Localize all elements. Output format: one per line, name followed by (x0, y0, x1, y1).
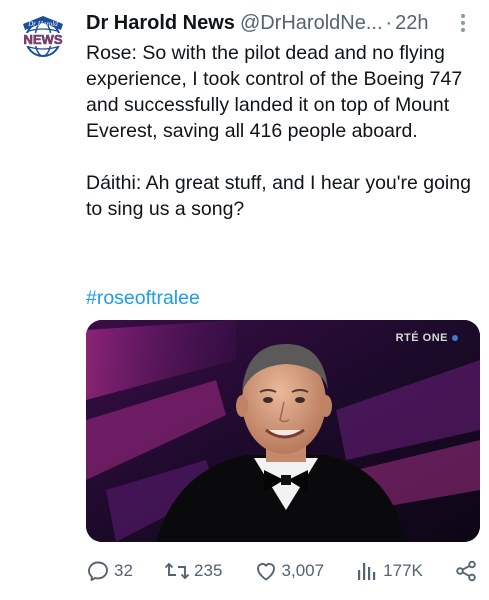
tweet-header: Dr Harold News @DrHaroldNe... · 22h (86, 8, 475, 38)
svg-text:Dr Harold: Dr Harold (27, 20, 58, 28)
share-button[interactable] (454, 559, 478, 583)
retweet-count: 235 (194, 561, 223, 580)
user-handle[interactable]: @DrHaroldNe... (240, 12, 383, 35)
reply-icon (88, 561, 108, 581)
like-count: 3,007 (281, 561, 325, 580)
separator-dot: · (385, 11, 393, 34)
tweet-paragraph: Dáithi: Ah great stuff, and I hear you'r… (86, 172, 471, 220)
display-name[interactable]: Dr Harold News (86, 12, 235, 35)
tweet-media[interactable]: RTÉ ONE (86, 320, 480, 542)
svg-text:NEWS: NEWS (24, 32, 63, 47)
tweet-paragraph: Rose: So with the pilot dead and no flyi… (86, 42, 463, 142)
views-icon (358, 563, 376, 580)
dr-harold-news-logo: Dr Harold NEWS (20, 16, 66, 57)
like-icon (256, 563, 275, 581)
tweet-text: Rose: So with the pilot dead and no flyi… (86, 40, 478, 222)
reply-count: 32 (114, 561, 133, 580)
channel-watermark: RTÉ ONE (396, 332, 458, 344)
reply-button[interactable]: 32 (86, 559, 133, 583)
more-icon[interactable] (451, 10, 475, 36)
view-count: 177K (383, 561, 423, 580)
share-icon (456, 560, 476, 582)
action-bar: 32 235 3,007 177K (86, 556, 478, 586)
retweet-button[interactable]: 235 (164, 559, 222, 583)
media-image (86, 320, 480, 542)
like-button[interactable]: 3,007 (254, 559, 325, 583)
views-button[interactable]: 177K (355, 559, 423, 583)
hashtag-link[interactable]: #roseoftralee (86, 287, 200, 310)
timestamp[interactable]: 22h (395, 12, 428, 35)
retweet-icon (164, 562, 190, 580)
avatar[interactable]: Dr Harold NEWS (16, 10, 70, 64)
